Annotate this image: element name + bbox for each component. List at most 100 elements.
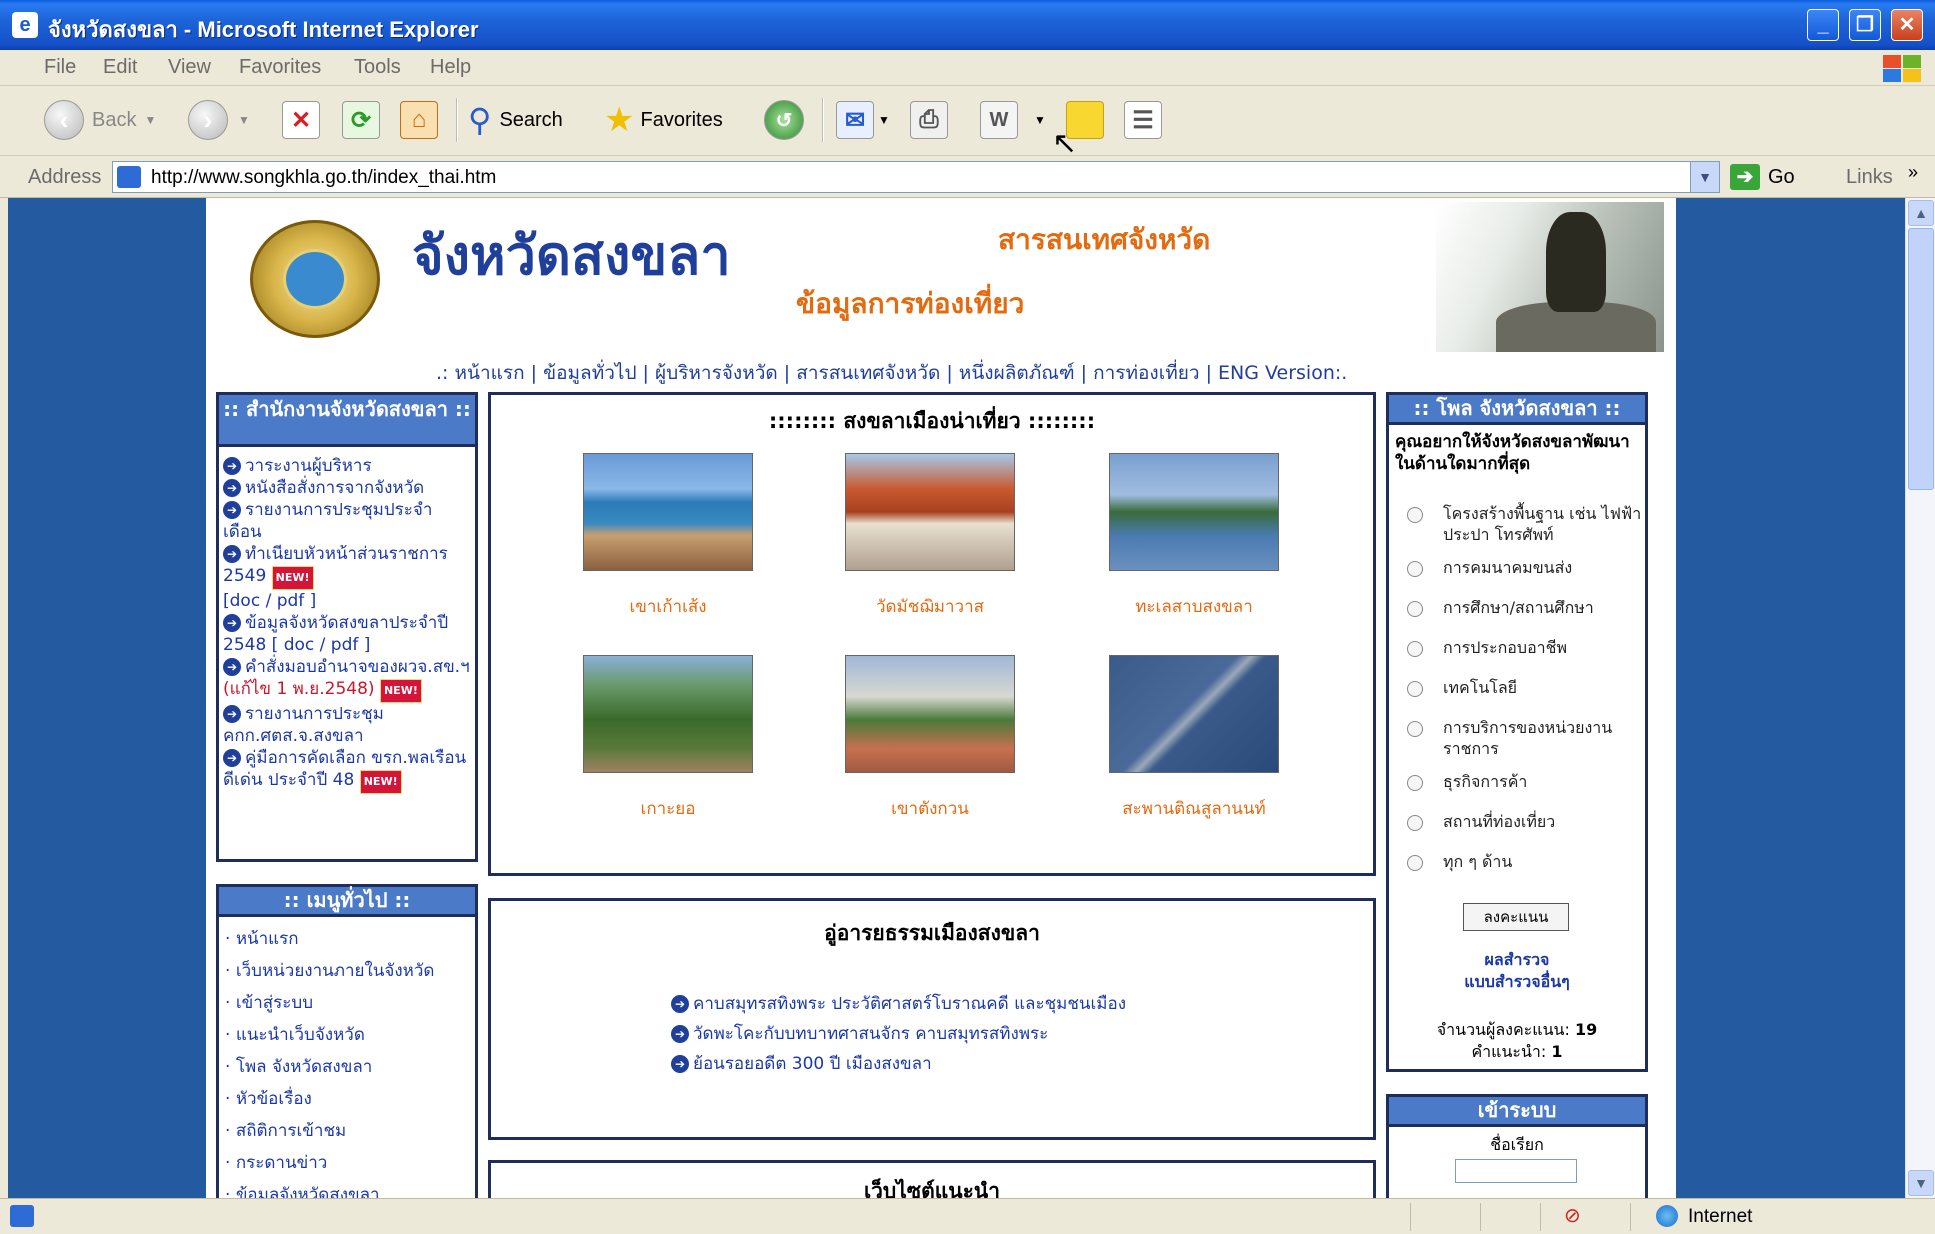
- menu-item-agency-sites[interactable]: · เว็บหน่วยงานภายในจังหวัด: [225, 955, 471, 987]
- office-link-agenda[interactable]: ➔ วาระงานผู้บริหาร: [223, 455, 471, 477]
- tour-photo[interactable]: [583, 655, 753, 773]
- office-link-committee-report[interactable]: ➔ รายงานการประชุม คกก.ศตส.จ.สงขลา: [223, 703, 471, 747]
- radio-button[interactable]: [1407, 681, 1423, 697]
- menu-item-board[interactable]: · กระดานข่าว: [225, 1147, 471, 1179]
- tour-tinsulanonda-bridge[interactable]: สะพานติณสูลานนท์: [1109, 655, 1279, 822]
- scroll-down-icon[interactable]: ▼: [1908, 1170, 1934, 1196]
- close-button[interactable]: ✕: [1891, 9, 1923, 41]
- recommended-heading: เว็บไซต์แนะนำ: [863, 1179, 1001, 1198]
- office-link-province-data[interactable]: ➔ ข้อมูลจังหวัดสงขลาประจำปี 2548 [ doc / …: [223, 612, 471, 656]
- username-label: ชื่อเรียก: [1490, 1135, 1544, 1154]
- scroll-thumb[interactable]: [1908, 228, 1934, 490]
- edit-button[interactable]: W ▼: [980, 96, 1046, 144]
- office-link-directory-files[interactable]: [doc / pdf ]: [223, 590, 471, 612]
- research-button[interactable]: ☰: [1124, 96, 1162, 144]
- tour-khao-tang-kuan[interactable]: เขาตังกวน: [845, 655, 1015, 822]
- tour-photo[interactable]: [845, 655, 1015, 773]
- menu-item-province-data[interactable]: · ข้อมูลจังหวัดสงขลา: [225, 1179, 471, 1198]
- tour-songkhla-lake[interactable]: ทะเลสาบสงขลา: [1109, 453, 1279, 620]
- tour-wat-matchimawat[interactable]: วัดมัชฌิมาวาส: [845, 453, 1015, 620]
- web-page: จังหวัดสงขลา สารสนเทศจังหวัด ข้อมูลการท่…: [206, 198, 1676, 1198]
- menu-item-home[interactable]: · หน้าแรก: [225, 923, 471, 955]
- tour-khao-kao-seng[interactable]: เขาเก้าเส้ง: [583, 453, 753, 620]
- radio-button[interactable]: [1407, 775, 1423, 791]
- site-title: จังหวัดสงขลา: [412, 224, 731, 287]
- search-button[interactable]: ⚲ Search: [468, 96, 563, 144]
- minimize-button[interactable]: _: [1807, 9, 1839, 41]
- culture-link-300-years[interactable]: ➔ ย้อนรอยอดีต 300 ปี เมืองสงขลา: [671, 1049, 1126, 1079]
- radio-button[interactable]: [1407, 815, 1423, 831]
- stop-button[interactable]: ✕: [282, 96, 320, 144]
- office-link-delegation[interactable]: ➔ คำสั่งมอบอำนาจของผวจ.สข.ฯ (แก้ไข 1 พ.ย.…: [223, 656, 471, 703]
- menu-item-login[interactable]: · เข้าสู่ระบบ: [225, 987, 471, 1019]
- forward-button[interactable]: › ▼: [188, 96, 250, 144]
- radio-button[interactable]: [1407, 561, 1423, 577]
- menu-tools[interactable]: Tools: [354, 56, 401, 79]
- chevron-right-icon[interactable]: »: [1908, 162, 1918, 183]
- menu-item-topics[interactable]: · หัวข้อเรื่อง: [225, 1083, 471, 1115]
- tour-photo[interactable]: [845, 453, 1015, 571]
- arrow-circle-icon: ➔: [671, 995, 689, 1013]
- office-link-civil-servant-guide[interactable]: ➔ คู่มือการคัดเลือก ขรก.พลเรือนดีเด่น ประ…: [223, 747, 471, 794]
- menu-item-stats[interactable]: · สถิติการเข้าชม: [225, 1115, 471, 1147]
- back-dropdown-icon[interactable]: ▼: [144, 113, 156, 127]
- office-link-orders[interactable]: ➔ หนังสือสั่งการจากจังหวัด: [223, 477, 471, 499]
- address-input[interactable]: http://www.songkhla.go.th/index_thai.htm: [112, 161, 1692, 193]
- home-button[interactable]: ⌂: [400, 96, 438, 144]
- ie-page-icon: e: [12, 12, 38, 38]
- login-box: เข้าระบบ ชื่อเรียก: [1386, 1094, 1648, 1198]
- nav-otop[interactable]: หนึ่งผลิตภัณฑ์: [959, 362, 1075, 384]
- menu-help[interactable]: Help: [430, 56, 471, 79]
- popup-blocked-icon[interactable]: ⊘: [1564, 1203, 1581, 1228]
- nav-tourism[interactable]: การท่องเที่ยว: [1093, 362, 1199, 384]
- tour-photo[interactable]: [1109, 453, 1279, 571]
- radio-button[interactable]: [1407, 507, 1423, 523]
- culture-link-sathing-phra[interactable]: ➔ คาบสมุทรสทิงพระ ประวัติศาสตร์โบราณคดี แ…: [671, 989, 1126, 1019]
- scroll-up-icon[interactable]: ▲: [1908, 200, 1934, 226]
- toolbar-separator: [456, 98, 458, 142]
- menu-item-recommend-site[interactable]: · แนะนำเว็บจังหวัด: [225, 1019, 471, 1051]
- tour-ko-yo[interactable]: เกาะยอ: [583, 655, 753, 822]
- refresh-button[interactable]: ⟳: [342, 96, 380, 144]
- print-button[interactable]: ⎙: [910, 96, 948, 144]
- nav-home[interactable]: หน้าแรก: [455, 362, 525, 384]
- nav-executives[interactable]: ผู้บริหารจังหวัด: [655, 362, 778, 384]
- menu-edit[interactable]: Edit: [103, 56, 137, 79]
- forward-dropdown-icon[interactable]: ▼: [238, 113, 250, 127]
- radio-button[interactable]: [1407, 601, 1423, 617]
- back-button[interactable]: ‹ Back ▼: [44, 96, 156, 144]
- username-input[interactable]: [1455, 1159, 1577, 1183]
- history-button[interactable]: ↺: [764, 96, 804, 144]
- menu-favorites[interactable]: Favorites: [239, 56, 321, 79]
- menu-file[interactable]: File: [44, 56, 76, 79]
- radio-button[interactable]: [1407, 855, 1423, 871]
- address-url[interactable]: http://www.songkhla.go.th/index_thai.htm: [151, 167, 496, 189]
- links-toolbar[interactable]: Links: [1846, 166, 1893, 189]
- vote-button[interactable]: ลงคะแนน: [1463, 903, 1569, 931]
- culture-link-wat-phakho[interactable]: ➔ วัดพะโคะกับบทบาทศาสนจักร คาบสมุทรสทิงพร…: [671, 1019, 1126, 1049]
- menu-view[interactable]: View: [168, 56, 211, 79]
- address-dropdown-icon[interactable]: ▼: [1690, 161, 1720, 193]
- go-button[interactable]: ➔ Go: [1730, 163, 1795, 191]
- office-link-meeting-report[interactable]: ➔ รายงานการประชุมประจำเดือน: [223, 499, 471, 543]
- mail-dropdown-icon[interactable]: ▼: [878, 113, 890, 127]
- nav-province-info[interactable]: สารสนเทศจังหวัด: [796, 362, 940, 384]
- mail-button[interactable]: ✉ ▼: [836, 96, 890, 144]
- header-subtitle-info[interactable]: สารสนเทศจังหวัด: [998, 218, 1210, 262]
- nav-english[interactable]: ENG Version: [1218, 362, 1335, 384]
- edit-dropdown-icon[interactable]: ▼: [1034, 113, 1046, 127]
- restore-button[interactable]: ❐: [1849, 9, 1881, 41]
- menu-item-poll[interactable]: · โพล จังหวัดสงขลา: [225, 1051, 471, 1083]
- tour-photo[interactable]: [583, 453, 753, 571]
- radio-button[interactable]: [1407, 721, 1423, 737]
- poll-other-link[interactable]: แบบสำรวจอื่นๆ: [1389, 971, 1645, 993]
- tour-photo[interactable]: [1109, 655, 1279, 773]
- vertical-scrollbar[interactable]: ▲ ▼: [1905, 198, 1935, 1198]
- favorites-button[interactable]: ★ Favorites: [604, 96, 723, 144]
- arrow-circle-icon: ➔: [223, 705, 241, 723]
- office-link-directory[interactable]: ➔ ทำเนียบหัวหน้าส่วนราชการ 2549 NEW!: [223, 543, 471, 590]
- nav-general-info[interactable]: ข้อมูลทั่วไป: [543, 362, 636, 384]
- radio-button[interactable]: [1407, 641, 1423, 657]
- header-subtitle-tourism[interactable]: ข้อมูลการท่องเที่ยว: [796, 282, 1024, 326]
- poll-results-link[interactable]: ผลสำรวจ: [1389, 949, 1645, 971]
